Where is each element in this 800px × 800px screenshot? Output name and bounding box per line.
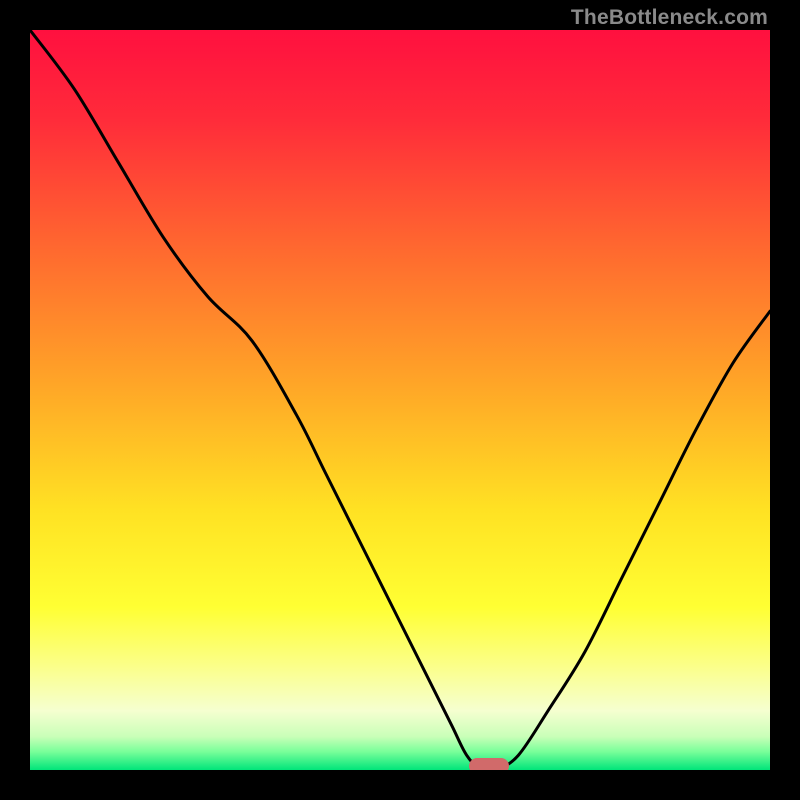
plot-area	[30, 30, 770, 770]
bottleneck-curve	[30, 30, 770, 770]
optimum-marker	[469, 758, 509, 770]
chart-frame: TheBottleneck.com	[0, 0, 800, 800]
watermark-text: TheBottleneck.com	[571, 6, 768, 30]
